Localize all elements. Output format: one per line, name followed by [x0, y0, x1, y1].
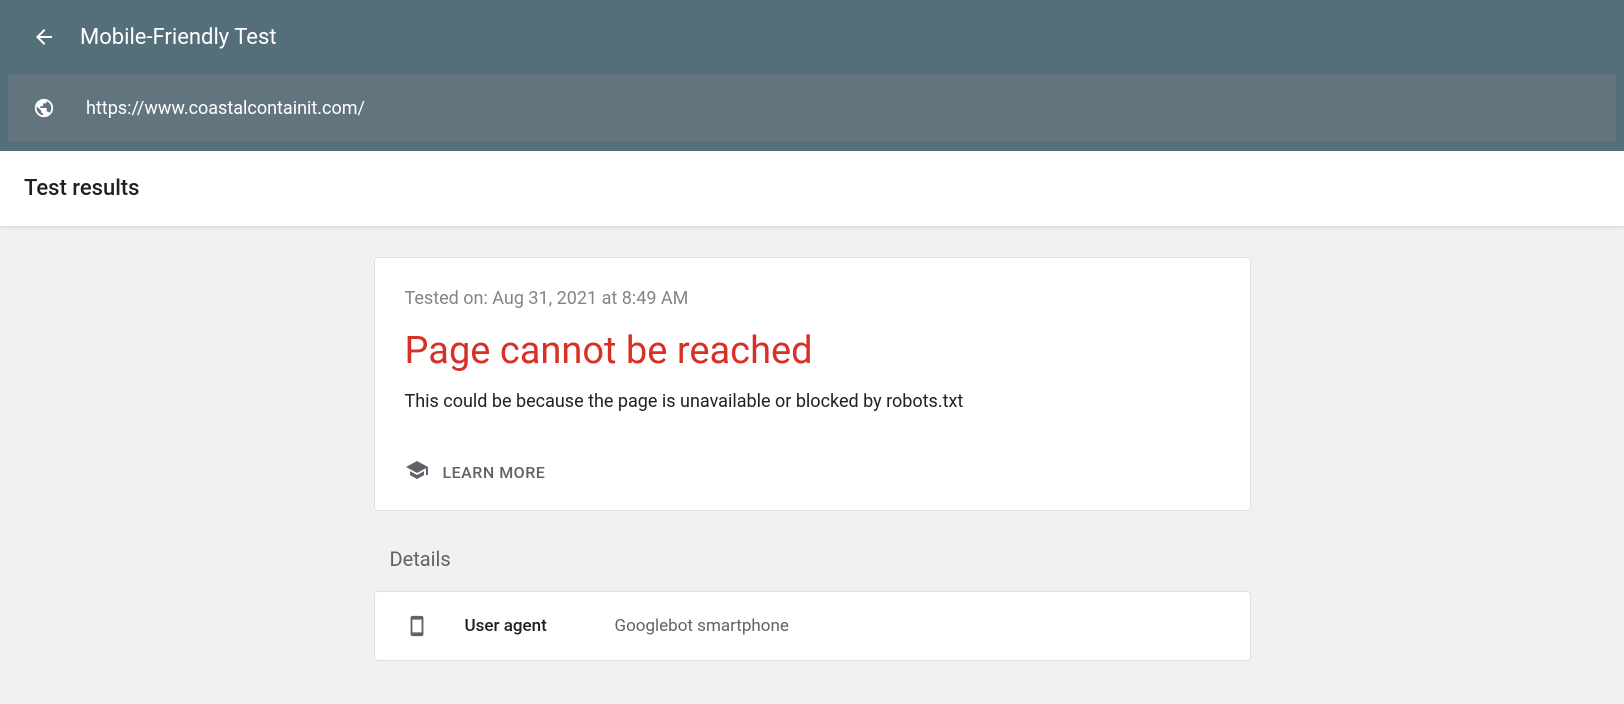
learn-more-link[interactable]: LEARN MORE [405, 458, 1220, 486]
details-row-user-agent[interactable]: User agent Googlebot smartphone [374, 591, 1251, 661]
status-description: This could be because the page is unavai… [405, 391, 1220, 412]
details-key: User agent [465, 616, 615, 636]
details-section: Details User agent Googlebot smartphone [374, 547, 1251, 661]
tab-test-results[interactable]: Test results [24, 176, 139, 201]
main-content: Tested on: Aug 31, 2021 at 8:49 AM Page … [0, 227, 1624, 701]
back-button[interactable] [24, 17, 64, 57]
tested-on-label: Tested on: Aug 31, 2021 at 8:49 AM [405, 288, 1220, 309]
globe-icon [32, 96, 56, 120]
tested-url: https://www.coastalcontainit.com/ [86, 98, 365, 119]
url-bar[interactable]: https://www.coastalcontainit.com/ [8, 74, 1616, 142]
app-header: Mobile-Friendly Test [0, 0, 1624, 74]
result-card: Tested on: Aug 31, 2021 at 8:49 AM Page … [374, 257, 1251, 511]
learn-more-label: LEARN MORE [443, 463, 546, 482]
page-title: Mobile-Friendly Test [80, 25, 277, 50]
arrow-left-icon [32, 25, 56, 49]
tabs-bar: Test results [0, 151, 1624, 227]
status-heading: Page cannot be reached [405, 329, 1220, 373]
details-heading: Details [374, 547, 1251, 571]
graduation-cap-icon [405, 458, 429, 486]
smartphone-icon [405, 614, 429, 638]
details-value: Googlebot smartphone [615, 616, 789, 636]
